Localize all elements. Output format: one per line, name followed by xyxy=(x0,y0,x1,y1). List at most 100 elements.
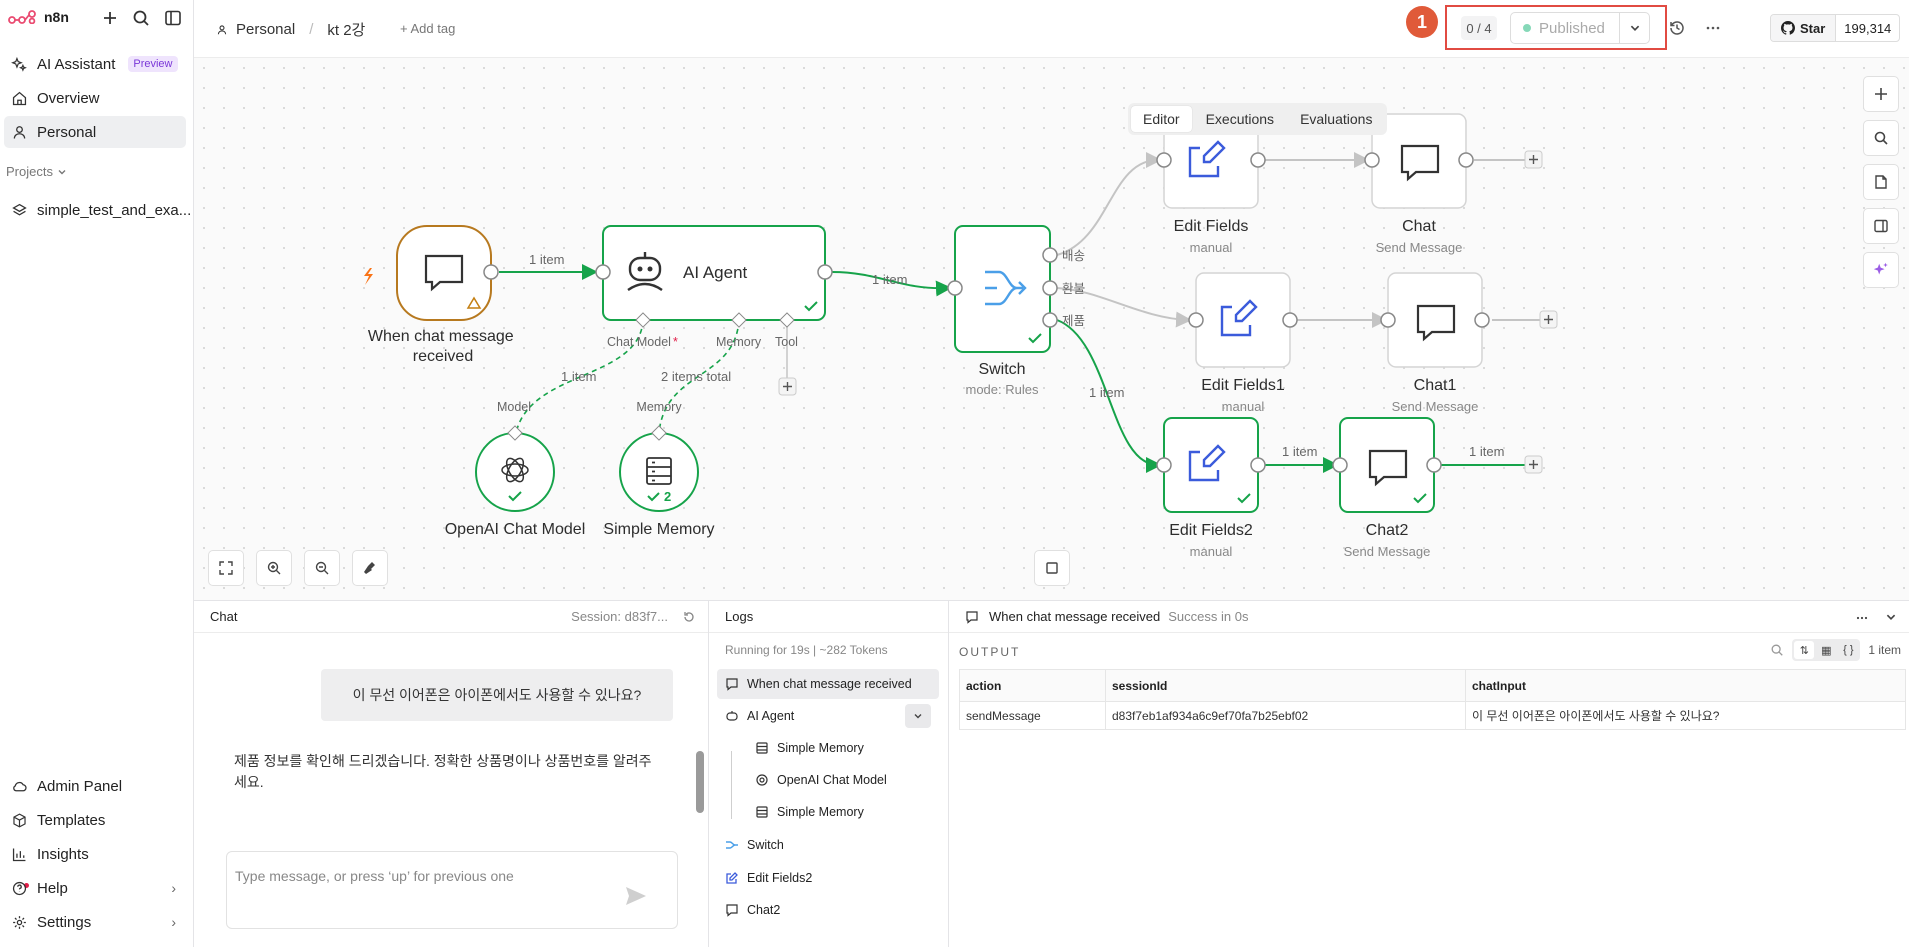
input-handle[interactable] xyxy=(1156,457,1172,473)
node-edit-fields2[interactable]: Edit Fields2 manual xyxy=(1156,417,1266,559)
tab-executions[interactable]: Executions xyxy=(1194,106,1286,132)
search-icon[interactable] xyxy=(131,8,151,28)
sidebar-item-insights[interactable]: Insights xyxy=(4,838,186,870)
sidebar-item-settings[interactable]: Settings › xyxy=(4,906,186,938)
add-tag-button[interactable]: + Add tag xyxy=(400,21,455,36)
publish-button[interactable]: Published xyxy=(1510,12,1650,44)
fit-view-button[interactable] xyxy=(208,550,244,586)
projects-header[interactable]: Projects xyxy=(6,164,67,179)
node-edit-fields1[interactable]: Edit Fields1 manual xyxy=(1188,272,1298,414)
sidebar-item-personal[interactable]: Personal xyxy=(4,116,186,148)
sidebar-project-item[interactable]: simple_test_and_exa... xyxy=(4,194,191,226)
log-entry[interactable]: Switch xyxy=(717,830,939,860)
node-switch[interactable]: 배송 환불 제품 Switch mode: Rules xyxy=(947,225,1085,397)
breadcrumb-project[interactable]: Personal xyxy=(236,21,295,38)
log-entry[interactable]: AI Agent xyxy=(717,701,939,731)
ai-builder-button[interactable] xyxy=(1863,252,1899,288)
output-handle[interactable] xyxy=(1426,457,1442,473)
toggle-panel-button[interactable] xyxy=(1863,208,1899,244)
output-handle[interactable] xyxy=(817,264,833,280)
zoom-out-icon xyxy=(315,561,329,575)
send-icon[interactable] xyxy=(625,886,647,906)
zoom-in-button[interactable] xyxy=(256,550,292,586)
canvas-zoom-toolbar xyxy=(208,550,388,586)
help-icon xyxy=(12,881,27,895)
node-chat-trigger[interactable]: When chat message received xyxy=(364,225,518,365)
log-entry[interactable]: Simple Memory xyxy=(747,797,939,827)
more-icon[interactable] xyxy=(1703,18,1723,38)
output-handle[interactable] xyxy=(1474,312,1490,328)
input-handle[interactable] xyxy=(1156,152,1172,168)
zoom-out-button[interactable] xyxy=(304,550,340,586)
more-icon[interactable] xyxy=(1855,611,1869,625)
log-entry[interactable]: Edit Fields2 xyxy=(717,863,939,893)
step-badge: 1 xyxy=(1406,6,1438,38)
tab-evaluations[interactable]: Evaluations xyxy=(1288,106,1384,132)
input-handle[interactable] xyxy=(595,264,611,280)
node-openai-chat-model[interactable]: Model OpenAI Chat Model xyxy=(445,400,586,538)
column-header[interactable]: action xyxy=(959,669,1106,702)
node-chat1[interactable]: Chat1 Send Message xyxy=(1380,272,1558,414)
chat-scrollbar[interactable] xyxy=(696,751,704,813)
add-node-button[interactable] xyxy=(1863,76,1899,112)
schema-view-button[interactable]: ⇅ xyxy=(1794,641,1815,659)
reset-icon[interactable] xyxy=(682,610,696,624)
output-handle[interactable] xyxy=(1282,312,1298,328)
column-header[interactable]: chatInput xyxy=(1465,669,1906,702)
output-handle[interactable] xyxy=(483,264,499,280)
output-handle[interactable] xyxy=(1042,247,1058,263)
output-handle[interactable] xyxy=(1042,312,1058,328)
output-handle[interactable] xyxy=(1250,152,1266,168)
sidebar-item-help[interactable]: Help › xyxy=(4,872,186,904)
node-chat[interactable]: Chat Send Message xyxy=(1364,113,1543,255)
session-id[interactable]: Session: d83f7... xyxy=(571,609,668,624)
tidy-up-button[interactable] xyxy=(352,550,388,586)
search-icon[interactable] xyxy=(1770,643,1784,657)
table-cell: sendMessage xyxy=(959,701,1106,730)
tab-editor[interactable]: Editor xyxy=(1131,106,1192,132)
edge-switch-editfields xyxy=(1056,152,1162,256)
log-entry[interactable]: When chat message received xyxy=(717,669,939,699)
output-handle[interactable] xyxy=(1042,280,1058,296)
table-view-button[interactable]: ▦ xyxy=(1816,641,1836,659)
panel-toggle-icon[interactable] xyxy=(163,8,183,28)
node-title: AI Agent xyxy=(683,263,748,282)
output-handle[interactable] xyxy=(1458,152,1474,168)
node-edit-fields[interactable]: Edit Fields manual xyxy=(1156,113,1266,255)
history-icon[interactable] xyxy=(1667,18,1687,38)
sidebar-item-overview[interactable]: Overview xyxy=(4,82,186,114)
column-header[interactable]: sessionId xyxy=(1105,669,1466,702)
input-handle[interactable] xyxy=(1364,152,1380,168)
node-subtitle: manual xyxy=(1222,399,1265,414)
chat-input-box[interactable] xyxy=(226,851,678,929)
chat-input[interactable] xyxy=(235,868,605,884)
toggle-logs-button[interactable] xyxy=(1034,550,1070,586)
input-handle[interactable] xyxy=(947,280,963,296)
output-handle[interactable] xyxy=(1250,457,1266,473)
node-title-line: received xyxy=(413,348,473,365)
search-nodes-button[interactable] xyxy=(1863,120,1899,156)
n8n-logo[interactable]: n8n xyxy=(8,9,69,25)
log-entry[interactable]: Chat2 xyxy=(717,895,939,925)
input-handle[interactable] xyxy=(1380,312,1396,328)
plus-icon[interactable] xyxy=(100,8,120,28)
input-handle[interactable] xyxy=(1332,457,1348,473)
log-entry[interactable]: Simple Memory xyxy=(747,733,939,763)
json-view-button[interactable]: { } xyxy=(1838,641,1858,659)
workflow-canvas[interactable]: Editor Executions Evaluations 1 item 1 i… xyxy=(194,58,1909,600)
node-simple-memory[interactable]: Memory 2 Simple Memory xyxy=(603,400,714,538)
chat-panel: Chat Session: d83f7... 이 무선 이어폰은 아이폰에서도 … xyxy=(194,600,709,947)
sticky-note-button[interactable] xyxy=(1863,164,1899,200)
sidebar-item-templates[interactable]: Templates xyxy=(4,804,186,836)
publish-dropdown[interactable] xyxy=(1619,13,1649,43)
node-chat2[interactable]: Chat2 Send Message xyxy=(1332,417,1543,559)
collapse-toggle[interactable] xyxy=(905,704,931,728)
log-entry[interactable]: OpenAI Chat Model xyxy=(747,765,939,795)
input-handle[interactable] xyxy=(1188,312,1204,328)
github-star-button[interactable]: Star 199,314 xyxy=(1770,14,1901,42)
chevron-down-icon[interactable] xyxy=(1885,611,1897,623)
workflow-name[interactable]: kt 2강 xyxy=(327,19,365,40)
square-icon xyxy=(1046,562,1058,574)
sidebar-item-ai-assistant[interactable]: AI Assistant Preview xyxy=(4,48,186,80)
sidebar-item-admin-panel[interactable]: Admin Panel xyxy=(4,770,186,802)
